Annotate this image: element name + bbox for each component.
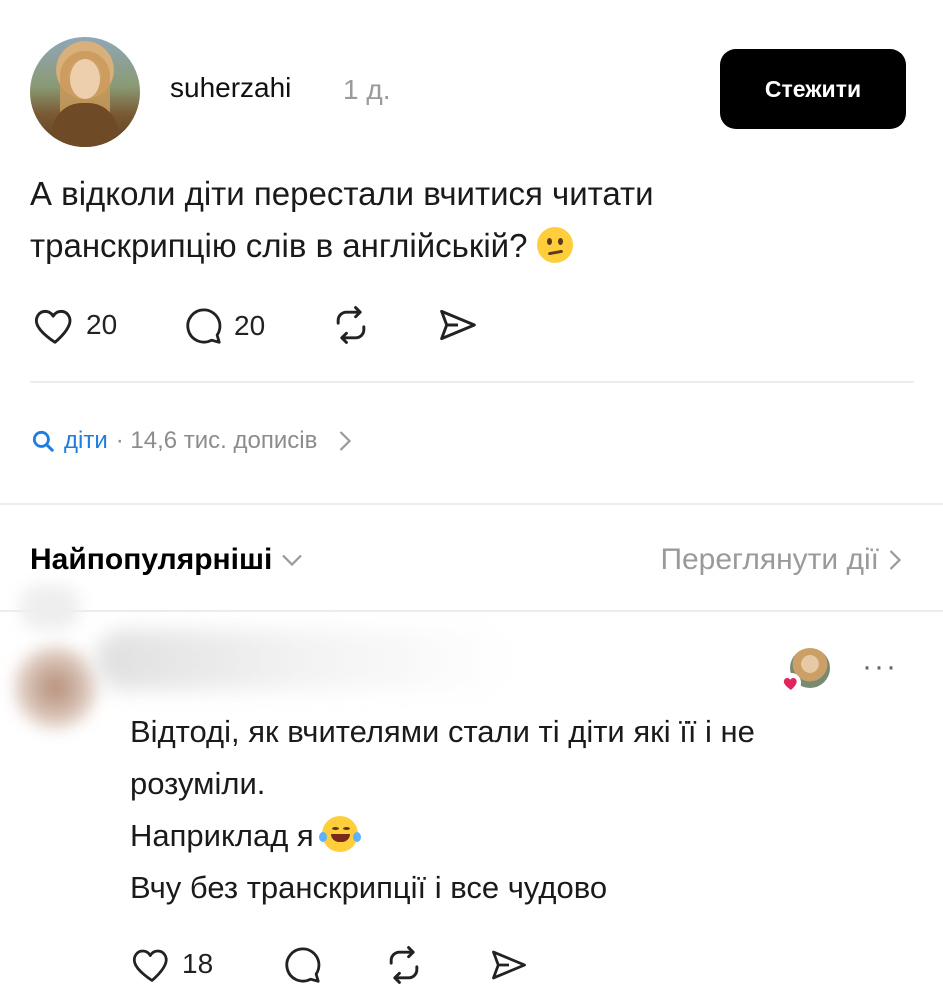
comment-text: Відтоді, як вчителями стали ті діти які … xyxy=(130,706,930,914)
post-text-line-1: А відколи діти перестали вчитися читати xyxy=(30,175,654,212)
share-button[interactable] xyxy=(436,305,480,350)
sort-dropdown[interactable]: Найпопулярніші xyxy=(30,543,304,577)
like-count: 20 xyxy=(86,309,118,340)
post-text: А відколи діти перестали вчитися читати … xyxy=(30,168,910,272)
section-divider xyxy=(0,610,943,612)
comment-line-1: Відтоді, як вчителями стали ті діти які … xyxy=(130,714,755,749)
more-options-button[interactable]: ··· xyxy=(862,650,898,684)
comment-count: 20 xyxy=(234,310,266,341)
comment-share-button[interactable] xyxy=(488,946,530,989)
liked-by-author-heart-icon xyxy=(780,672,802,694)
tag-post-count: · 14,6 тис. дописів xyxy=(115,427,318,454)
repost-button[interactable] xyxy=(328,303,374,352)
send-icon xyxy=(440,309,476,341)
sort-label: Найпопулярніші xyxy=(30,543,273,576)
author-username[interactable]: suherzahi xyxy=(170,72,291,104)
repost-icon xyxy=(336,306,366,344)
blurred-region xyxy=(20,585,80,630)
comment-like-count: 18 xyxy=(182,948,214,979)
heart-icon xyxy=(132,949,168,982)
post-text-line-2: транскрипцію слів в англійській? xyxy=(30,220,910,272)
comment-like-button[interactable]: 18 xyxy=(130,945,213,983)
comment-line-4: Вчу без транскрипції і все чудово xyxy=(130,870,608,905)
section-divider xyxy=(0,503,943,505)
view-activity-link[interactable]: Переглянути дії xyxy=(660,543,903,577)
topic-tag[interactable]: діти · 14,6 тис. дописів xyxy=(30,427,355,455)
chevron-down-icon xyxy=(282,554,303,567)
repost-icon xyxy=(389,946,419,984)
like-button[interactable]: 20 xyxy=(32,305,117,345)
divider xyxy=(30,381,914,383)
follow-button[interactable]: Стежити xyxy=(720,49,906,129)
comment-bubble-icon xyxy=(186,308,222,344)
view-activity-label: Переглянути дії xyxy=(660,543,879,576)
heart-icon xyxy=(34,309,72,344)
comment-author-avatar-blurred[interactable] xyxy=(8,640,103,735)
chevron-right-icon xyxy=(889,550,902,570)
comment-line-2: розуміли. xyxy=(130,766,266,801)
comment-button[interactable]: 20 xyxy=(182,305,265,347)
comment-reply-button[interactable] xyxy=(282,944,324,991)
laughing-tears-emoji-icon xyxy=(319,816,362,852)
comment-author-name-blurred xyxy=(95,630,515,690)
tag-name: діти xyxy=(64,427,108,454)
author-avatar[interactable] xyxy=(30,37,140,147)
search-icon xyxy=(32,430,54,452)
comment-bubble-icon xyxy=(285,947,321,983)
chevron-right-icon xyxy=(340,431,352,451)
comment-line-3: Наприклад я xyxy=(130,810,930,862)
neutral-face-emoji-icon xyxy=(536,227,573,263)
comment-repost-button[interactable] xyxy=(382,943,426,992)
post-time: 1 д. xyxy=(343,74,391,105)
send-icon xyxy=(492,950,526,980)
